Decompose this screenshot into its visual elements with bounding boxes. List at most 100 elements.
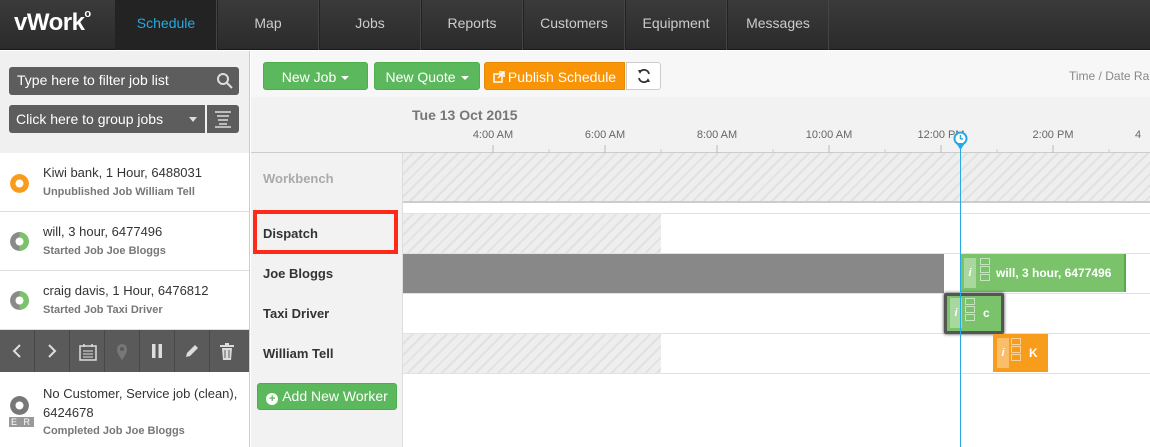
new-job-label: New Job: [281, 69, 337, 85]
tab-customers[interactable]: Customers: [523, 0, 625, 50]
time-date-range-label[interactable]: Time / Date Ra: [1069, 69, 1149, 83]
pencil-icon: [186, 345, 198, 357]
locate-button[interactable]: [105, 330, 140, 372]
top-nav: vWorko Schedule Map Jobs Reports Custome…: [0, 0, 1150, 50]
current-time-line: [960, 146, 961, 447]
tick-label: 6:00 AM: [584, 129, 626, 141]
pause-icon: [152, 344, 162, 358]
list-item[interactable]: Kiwi bank, 1 Hour, 6488031 Unpublished J…: [0, 153, 249, 212]
job-info-icon: i: [964, 258, 976, 288]
tick-label: 4:00 AM: [472, 129, 514, 141]
job-status-icon: [10, 396, 29, 415]
job-block-joe-bloggs[interactable]: i will, 3 hour, 6477496: [960, 254, 1126, 292]
workbench-label: Workbench: [263, 171, 334, 186]
completed-badge: E R: [9, 417, 35, 427]
job-info-icon: i: [997, 338, 1009, 368]
filter-placeholder: Type here to filter job list: [17, 72, 169, 88]
add-new-worker-button[interactable]: + Add New Worker: [257, 383, 397, 410]
job-title: No Customer, Service job (clean),: [43, 386, 238, 401]
tick-label: 2:00 PM: [1032, 129, 1074, 141]
logo-dot-icon: o: [84, 8, 91, 20]
list-item[interactable]: craig davis, 1 Hour, 6476812 Started Job…: [0, 271, 249, 330]
trash-icon: [220, 343, 234, 360]
filter-job-list-input[interactable]: Type here to filter job list: [9, 67, 239, 95]
new-job-button[interactable]: New Job: [263, 62, 368, 90]
group-jobs-select[interactable]: Click here to group jobs: [9, 105, 205, 133]
job-subtitle: Completed Job Joe Bloggs: [43, 425, 185, 437]
edit-button[interactable]: [175, 330, 210, 372]
publish-label: Publish Schedule: [507, 69, 617, 85]
external-link-icon: [493, 71, 505, 83]
workbench-lane[interactable]: [403, 153, 1150, 201]
job-title: craig davis, 1 Hour, 6476812: [43, 283, 209, 298]
tick-label: 8:00 AM: [696, 129, 738, 141]
job-progress-icon: [965, 298, 975, 328]
unavailable-block: [403, 214, 661, 254]
search-icon: [217, 73, 233, 89]
row-divider: [403, 373, 1150, 374]
list-item[interactable]: E R No Customer, Service job (clean), 64…: [0, 372, 249, 447]
job-block-william-tell[interactable]: i K: [993, 334, 1048, 372]
tab-map[interactable]: Map: [217, 0, 319, 50]
job-title: Kiwi bank, 1 Hour, 6488031: [43, 165, 202, 180]
job-status-icon: [10, 232, 29, 251]
list-item[interactable]: will, 3 hour, 6477496 Started Job Joe Bl…: [0, 212, 249, 271]
worker-taxi-driver[interactable]: Taxi Driver: [251, 294, 403, 334]
next-button[interactable]: [35, 330, 70, 372]
chevron-left-icon: [12, 344, 21, 358]
group-jobs-label: Click here to group jobs: [16, 111, 164, 127]
job-status-icon: [10, 174, 29, 193]
pause-button[interactable]: [140, 330, 175, 372]
job-block-label: c: [983, 306, 990, 320]
job-status-icon: [10, 291, 29, 310]
job-subtitle: Started Job Joe Bloggs: [43, 245, 166, 257]
scheduler-toolbar: New Job New Quote Publish Schedule Time …: [251, 51, 1150, 97]
worker-joe-bloggs[interactable]: Joe Bloggs: [251, 254, 403, 294]
unavailable-block: [403, 334, 661, 374]
worker-column: Workbench Dispatch Joe Bloggs Taxi Drive…: [251, 153, 403, 447]
refresh-button[interactable]: [626, 62, 661, 90]
plus-icon: +: [266, 393, 279, 405]
chevron-down-icon: [189, 117, 197, 122]
new-quote-button[interactable]: New Quote: [374, 62, 480, 90]
date-label: Tue 13 Oct 2015: [412, 107, 518, 123]
vwork-logo[interactable]: vWorko: [14, 8, 91, 37]
schedule-button[interactable]: [70, 330, 105, 372]
tab-equipment[interactable]: Equipment: [625, 0, 727, 50]
job-title-line2: 6424678: [43, 405, 94, 420]
chevron-right-icon: [48, 344, 57, 358]
add-worker-label: Add New Worker: [282, 388, 388, 404]
timeline-header: Tue 13 Oct 2015 4:00 AM 6:00 AM 8:00 AM …: [251, 97, 1150, 153]
dispatch-highlight-box: [253, 210, 398, 254]
job-progress-icon: [980, 258, 990, 288]
worker-william-tell[interactable]: William Tell: [251, 334, 403, 374]
job-title: will, 3 hour, 6477496: [43, 224, 163, 239]
job-block-taxi-driver[interactable]: i c: [944, 293, 1004, 334]
tab-reports[interactable]: Reports: [421, 0, 523, 50]
delete-button[interactable]: [210, 330, 245, 372]
job-block-label: will, 3 hour, 6477496: [996, 266, 1112, 280]
clock-marker-icon[interactable]: [953, 131, 968, 151]
row-divider: [403, 293, 1150, 294]
sort-button[interactable]: [207, 105, 239, 133]
unavailable-block: [403, 254, 944, 293]
tab-schedule[interactable]: Schedule: [115, 0, 217, 50]
tick-label: 10:00 AM: [805, 129, 853, 141]
job-subtitle: Unpublished Job William Tell: [43, 186, 195, 198]
map-pin-icon: [117, 344, 127, 360]
tab-jobs[interactable]: Jobs: [319, 0, 421, 50]
workbench-divider: [403, 201, 1150, 203]
job-list-toolbar: [0, 330, 249, 372]
tab-messages[interactable]: Messages: [727, 0, 829, 50]
list-sort-icon: [215, 111, 231, 128]
timeline-ticks: [492, 145, 1110, 153]
schedule-grid: i will, 3 hour, 6477496 i c i K: [403, 153, 1150, 447]
publish-schedule-button[interactable]: Publish Schedule: [484, 62, 625, 90]
job-block-label: K: [1029, 346, 1038, 360]
previous-button[interactable]: [0, 330, 35, 372]
calendar-icon: [79, 344, 97, 361]
tick-label: 4: [1135, 129, 1142, 141]
job-progress-icon: [1011, 338, 1021, 368]
chevron-down-icon: [460, 76, 469, 81]
job-subtitle: Started Job Taxi Driver: [43, 304, 163, 316]
